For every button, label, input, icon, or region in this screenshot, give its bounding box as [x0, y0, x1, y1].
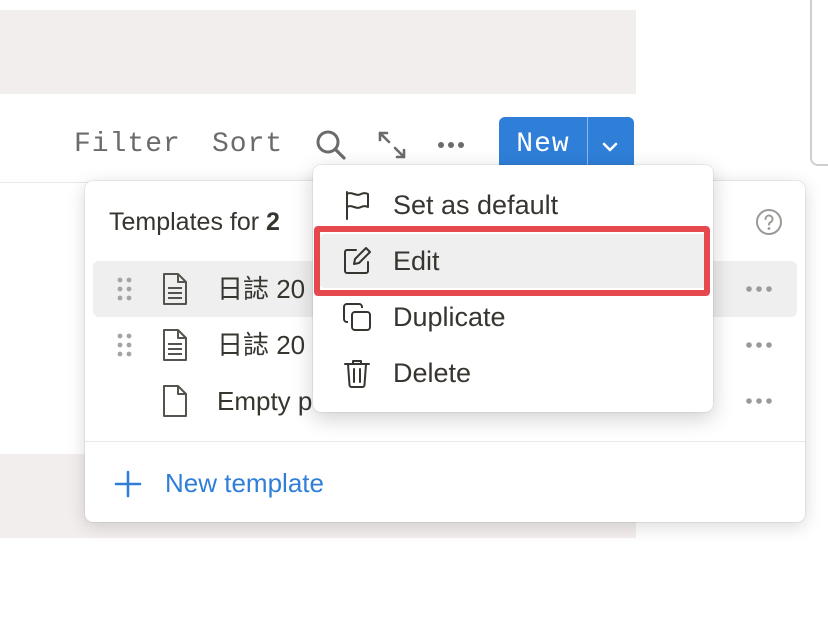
menu-item-label: Set as default	[393, 190, 559, 220]
filter-button[interactable]: Filter	[74, 128, 181, 162]
more-icon[interactable]	[743, 391, 777, 411]
sort-button[interactable]: Sort	[212, 128, 283, 162]
side-panel-edge	[810, 0, 828, 166]
document-icon	[159, 272, 191, 306]
template-label: 日誌 20	[217, 274, 306, 304]
search-icon[interactable]	[314, 128, 348, 162]
menu-item-label: Delete	[393, 358, 472, 388]
expand-icon[interactable]	[375, 128, 409, 162]
menu-item-delete[interactable]: Delete	[319, 346, 707, 400]
edit-icon	[341, 245, 373, 277]
new-template-label: New template	[165, 468, 324, 498]
duplicate-icon	[341, 301, 373, 333]
menu-item-label: Edit	[393, 246, 440, 276]
title-prefix: Templates for	[109, 208, 267, 236]
title-database: 2	[266, 208, 280, 236]
template-context-menu: Set as default Edit Duplicate Delete	[313, 165, 713, 412]
panel-divider	[85, 441, 805, 442]
menu-item-label: Duplicate	[393, 302, 506, 332]
more-icon[interactable]	[743, 335, 777, 355]
help-icon[interactable]	[755, 208, 783, 236]
background-row-top	[0, 10, 636, 94]
trash-icon	[341, 357, 373, 389]
menu-item-duplicate[interactable]: Duplicate	[319, 290, 707, 344]
menu-item-edit[interactable]: Edit	[319, 234, 707, 288]
more-icon[interactable]	[743, 279, 777, 299]
blank-page-icon	[159, 384, 191, 418]
plus-icon	[113, 469, 143, 499]
template-label: Empty p	[217, 386, 313, 416]
drag-handle-icon[interactable]	[115, 331, 135, 359]
flag-icon	[341, 189, 373, 221]
template-label: 日誌 20	[217, 330, 306, 360]
document-icon	[159, 328, 191, 362]
menu-item-set-as-default[interactable]: Set as default	[319, 178, 707, 232]
more-icon[interactable]	[435, 128, 469, 162]
chevron-down-icon[interactable]	[597, 133, 623, 159]
drag-handle-icon[interactable]	[115, 275, 135, 303]
templates-panel-title: Templates for 2	[109, 207, 280, 237]
